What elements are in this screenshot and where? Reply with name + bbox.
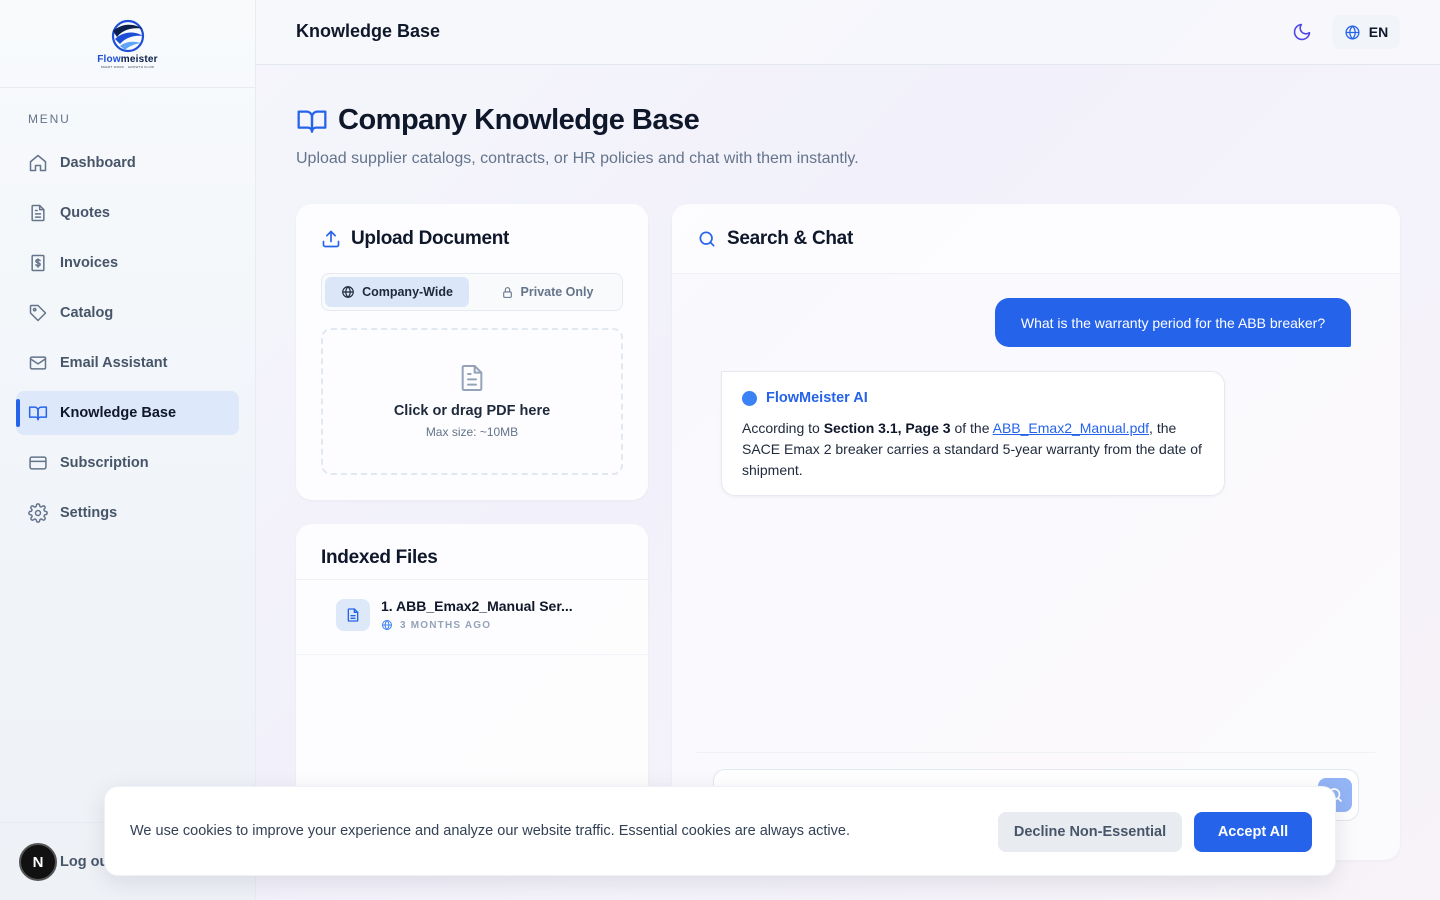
home-icon (29, 154, 47, 172)
list-item[interactable]: 1. ABB_Emax2_Manual Ser... 3 MONTHS AGO (336, 598, 626, 633)
tag-icon (29, 304, 47, 322)
file-icon (461, 365, 483, 391)
sidebar-item-label: Email Assistant (60, 355, 168, 371)
sidebar-item-label: Catalog (60, 305, 114, 321)
gear-icon (28, 503, 48, 523)
pdf-dropzone[interactable]: Click or drag PDF here Max size: ~10MB (321, 328, 623, 475)
file-badge (336, 599, 370, 631)
sidebar-item-knowledge-base[interactable]: Knowledge Base (16, 391, 239, 435)
sidebar-item-settings[interactable]: Settings (16, 491, 239, 535)
file-meta: 3 MONTHS AGO (381, 619, 491, 631)
brand-name: Flowmeister (97, 53, 158, 65)
logout-button[interactable]: Log ou (60, 854, 108, 870)
divider (296, 654, 648, 655)
scope-private-label: Private Only (520, 285, 594, 299)
indexed-files-title: Indexed Files (321, 547, 438, 568)
mail-icon (29, 356, 47, 370)
header-title: Knowledge Base (296, 21, 441, 41)
upload-icon (322, 230, 340, 248)
ai-citation: Section 3.1, Page 3 (823, 420, 951, 436)
language-code: EN (1368, 24, 1389, 40)
divider (296, 579, 648, 580)
chat-title-text: Search & Chat (727, 228, 853, 249)
file-name: 1. ABB_Emax2_Manual Ser... (381, 598, 573, 614)
flowmeister-logo-icon (111, 19, 144, 52)
upload-title-text: Upload Document (351, 228, 510, 249)
sidebar-item-label: Knowledge Base (60, 405, 177, 421)
accept-cookies-button[interactable]: Accept All (1194, 812, 1312, 852)
scope-toggle: Company-Wide Private Only (321, 273, 623, 311)
dollar-file-icon (31, 254, 45, 272)
source-file-link[interactable]: ABB_Emax2_Manual.pdf (993, 420, 1149, 436)
globe-icon (1345, 24, 1360, 40)
ai-sender: FlowMeister AI (742, 390, 868, 406)
scope-private-only-button[interactable]: Private Only (474, 277, 620, 307)
scope-company-wide-button[interactable]: Company-Wide (325, 277, 469, 307)
search-chat-card: Search & Chat What is the warranty perio… (672, 204, 1400, 860)
sidebar-item-subscription[interactable]: Subscription (16, 441, 239, 485)
sidebar-item-label: Invoices (60, 255, 119, 271)
sidebar-item-label: Quotes (60, 205, 110, 221)
sidebar-item-invoices[interactable]: Invoices (16, 241, 239, 285)
ai-avatar-dot (742, 390, 757, 406)
sidebar-item-email-assistant[interactable]: Email Assistant (16, 341, 239, 385)
decline-cookies-button[interactable]: Decline Non-Essential (998, 812, 1182, 852)
sidebar-item-quotes[interactable]: Quotes (16, 191, 239, 235)
sidebar-item-label: Settings (60, 505, 118, 521)
globe-icon (382, 619, 392, 631)
ai-message: FlowMeister AI According to Section 3.1,… (721, 371, 1225, 496)
moon-icon (1293, 23, 1311, 41)
language-selector[interactable]: EN (1332, 15, 1400, 49)
dropzone-title: Click or drag PDF here (393, 403, 551, 419)
lock-icon (502, 286, 512, 298)
sidebar-nav: Dashboard Quotes Invoices Catalog Email … (16, 141, 239, 541)
ai-name: FlowMeister AI (766, 390, 868, 406)
cookie-text: We use cookies to improve your experienc… (130, 823, 850, 839)
chat-title: Search & Chat (697, 228, 853, 250)
chat-header: Search & Chat (672, 204, 1400, 274)
document-icon (31, 204, 45, 222)
book-icon (297, 110, 327, 133)
globe-icon (342, 285, 354, 299)
sidebar: Flowmeister SMART WORK · GROWTH FLOW MEN… (0, 0, 256, 900)
dropzone-hint: Max size: ~10MB (425, 425, 519, 439)
search-icon (699, 231, 715, 247)
upload-title: Upload Document (321, 228, 509, 250)
document-icon (347, 608, 359, 622)
upload-card: Upload Document Company-Wide Private Onl… (296, 204, 648, 500)
theme-toggle-button[interactable] (1290, 20, 1314, 44)
sidebar-item-dashboard[interactable]: Dashboard (16, 141, 239, 185)
credit-card-icon (29, 456, 47, 470)
ai-text-part: According to (742, 420, 824, 436)
ai-message-text: According to Section 3.1, Page 3 of the … (742, 418, 1212, 481)
sidebar-item-catalog[interactable]: Catalog (16, 291, 239, 335)
book-icon (28, 406, 48, 421)
brand-logo[interactable]: Flowmeister SMART WORK · GROWTH FLOW (0, 0, 255, 88)
sidebar-item-label: Subscription (60, 455, 149, 471)
divider (697, 752, 1375, 753)
top-header: Knowledge Base EN (256, 0, 1440, 65)
page-subtitle: Upload supplier catalogs, contracts, or … (296, 150, 859, 167)
file-age: 3 MONTHS AGO (400, 619, 492, 631)
menu-label: MENU (28, 112, 71, 126)
cookie-banner: We use cookies to improve your experienc… (104, 786, 1336, 876)
brand-tagline: SMART WORK · GROWTH FLOW (100, 64, 155, 69)
page-heading: Company Knowledge Base (296, 104, 700, 137)
scope-company-label: Company-Wide (362, 285, 453, 299)
user-message: What is the warranty period for the ABB … (995, 298, 1351, 347)
page-title: Company Knowledge Base (338, 104, 700, 136)
avatar[interactable]: N (19, 843, 57, 881)
ai-text-part: of the (950, 420, 993, 436)
sidebar-item-label: Dashboard (60, 155, 136, 171)
indexed-files-card: Indexed Files 1. ABB_Emax2_Manual Ser...… (296, 524, 648, 824)
